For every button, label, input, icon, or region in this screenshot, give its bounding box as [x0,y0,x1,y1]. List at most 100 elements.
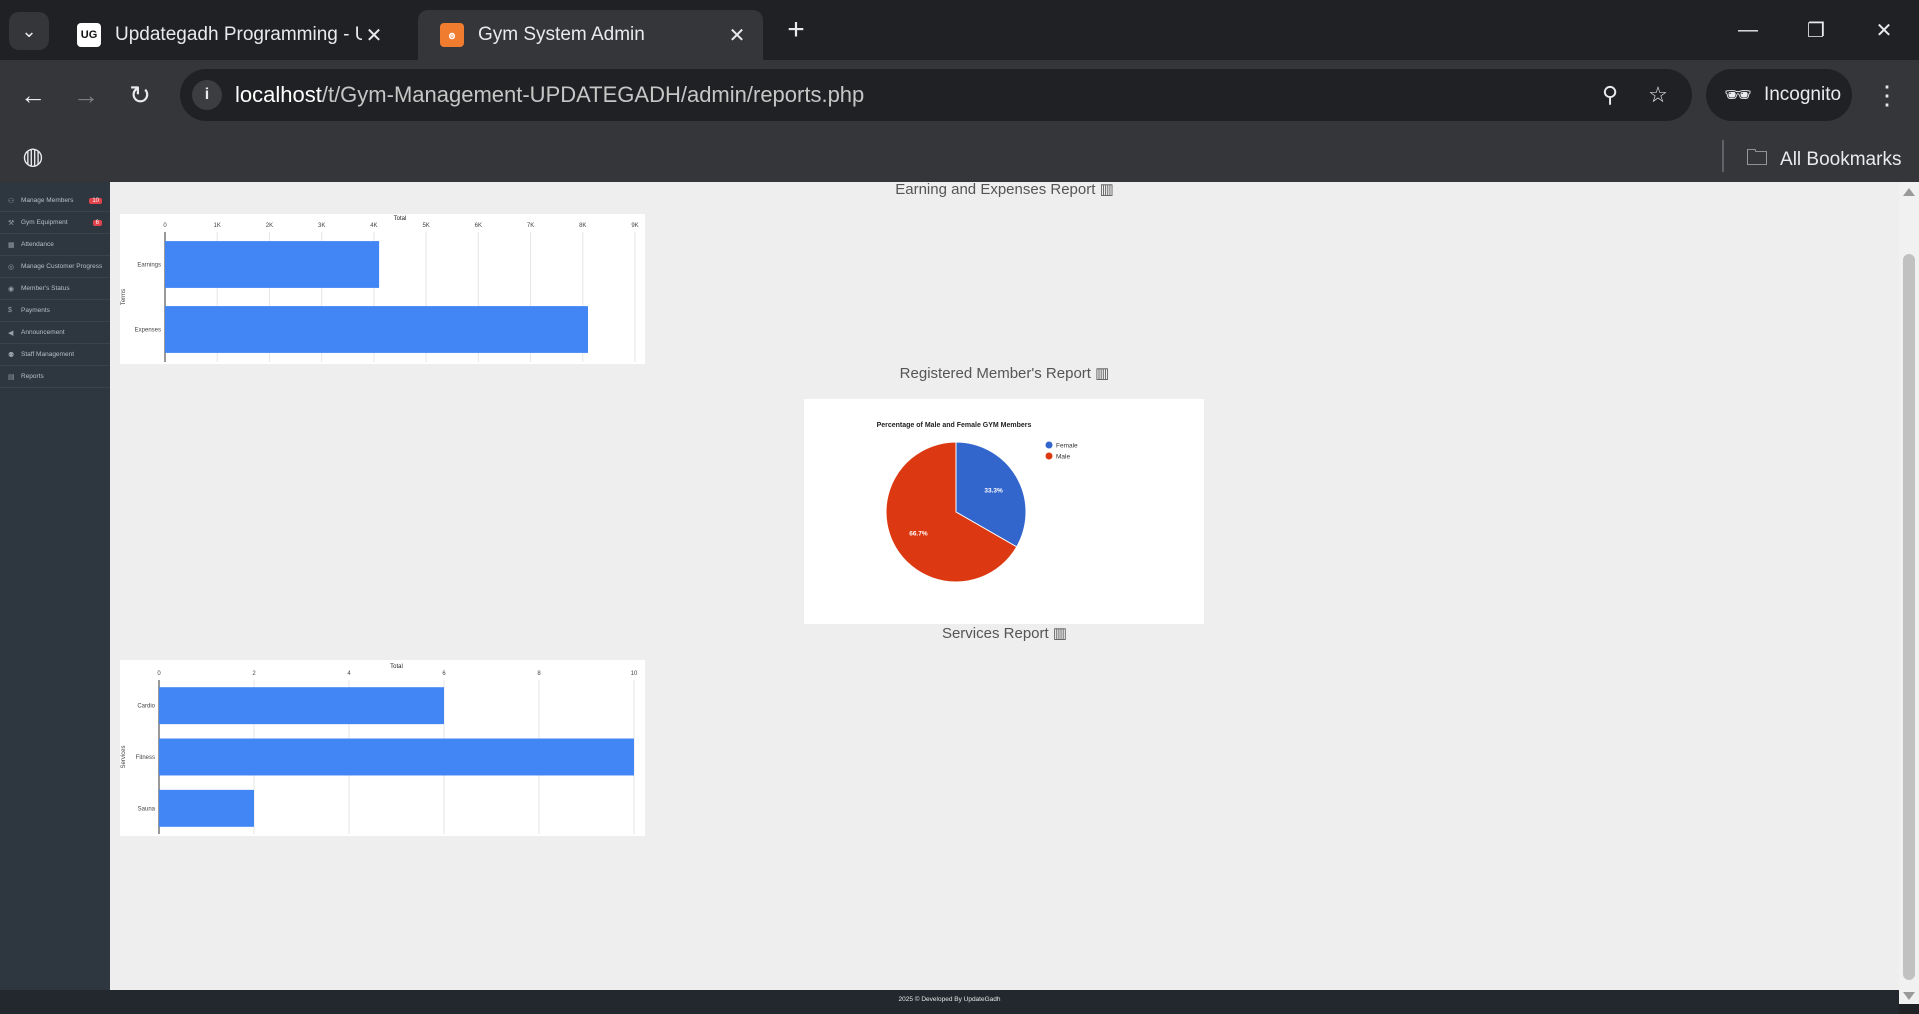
globe-icon[interactable]: ◍ [18,141,48,171]
bookmarks-bar: ◍ 🗀 All Bookmarks [0,130,1919,182]
eye-icon: ◉ [8,285,15,293]
minimize-button[interactable]: — [1718,10,1778,50]
sidebar-item-attendance[interactable]: ▦ Attendance [0,234,110,256]
category-label: Cardio [137,704,155,710]
tick-label: 3K [318,223,325,229]
file-icon: ▤ [8,373,15,381]
services-chart: Total 0 2 4 6 8 10 Cardio Fitness Sauna Services [120,660,645,836]
tab-title: Gym System Admin [478,24,645,45]
megaphone-icon: ◀ [8,329,14,337]
count-badge: 6 [92,219,102,226]
tab-search-button[interactable]: ⌄ [9,12,49,50]
updategadh-favicon-icon: UG [77,23,101,47]
url-text[interactable]: localhost/t/Gym-Management-UPDATEGADH/ad… [235,82,864,108]
tick-label: 2 [252,671,256,677]
restore-button[interactable]: ❐ [1786,10,1846,50]
scrollbar-thumb[interactable] [1903,254,1915,980]
legend-label: Male [1056,454,1070,461]
new-tab-button[interactable]: + [780,14,812,46]
tab-gym-system-admin[interactable]: ꙩ Gym System Admin ✕ [418,10,763,60]
reload-button[interactable]: ↻ [122,77,158,113]
close-window-button[interactable]: ✕ [1854,10,1914,50]
address-bar[interactable]: i localhost/t/Gym-Management-UPDATEGADH/… [180,69,1692,121]
sidebar-item-label: Manage Customer Progress [21,263,103,270]
site-info-icon[interactable]: i [192,80,222,110]
sidebar-item-label: Gym Equipment [21,219,68,226]
bookmark-star-icon[interactable]: ☆ [1642,79,1674,111]
staff-icon: ⚉ [8,351,15,359]
incognito-button[interactable]: 🕶 Incognito [1706,69,1852,121]
back-button[interactable]: ← [15,77,51,113]
earnings-report-heading: Earning and Expenses Report ▥ [895,182,1114,198]
progress-icon: ◎ [8,263,15,271]
equipment-icon: ⚒ [8,219,15,227]
tick-label: 4K [370,223,377,229]
sidebar-item-label: Payments [21,307,50,314]
all-bookmarks-button[interactable]: 🗀 All Bookmarks [1746,141,1901,179]
tick-label: 6 [442,671,446,677]
page-footer: 2025 © Developed By UpdateGadh [0,990,1899,1014]
incognito-icon: 🕶 [1724,82,1752,107]
browser-menu-button[interactable]: ⋮ [1872,77,1902,113]
tick-label: 6K [475,223,482,229]
sidebar-item-staff-management[interactable]: ⚉ Staff Management [0,344,110,366]
pie-percent-label: 66.7% [909,531,928,538]
calendar-icon: ▦ [8,241,15,249]
y-axis-label: Services [121,745,127,768]
category-label: Sauna [138,806,156,812]
bar-fitness [159,738,634,776]
scroll-up-arrow-icon[interactable] [1903,188,1915,196]
tick-label: 5K [422,223,429,229]
earnings-chart: Total 0 1K 2K 3K 4K 5K 6K 7K 8K 9K Earnings Expenses… [120,214,645,364]
category-label: Expenses [135,328,161,334]
close-icon[interactable]: ✕ [725,23,749,48]
page-scrollbar[interactable] [1899,182,1919,1004]
pie-title: Percentage of Male and Female GYM Member… [877,422,1032,429]
sidebar-item-label: Attendance [21,241,54,248]
sidebar-item-label: Staff Management [21,351,74,358]
browser-toolbar: ← → ↻ i localhost/t/Gym-Management-UPDAT… [0,60,1919,130]
sidebar-item-label: Manage Members [21,197,74,204]
tick-label: 1K [214,223,221,229]
forward-button[interactable]: → [68,77,104,113]
bar-chart-icon: ▥ [1052,625,1068,642]
folder-icon: 🗀 [1746,145,1769,170]
xampp-icon: ꙩ [440,23,464,47]
admin-sidebar: ⚇ Manage Members 10 ⚒ Gym Equipment 6 ▦ … [0,182,110,990]
services-report-heading: Services Report ▥ [941,625,1068,642]
bar-cardio [159,687,444,725]
zoom-icon[interactable]: ⚲ [1594,79,1626,111]
tick-label: 7K [527,223,534,229]
tick-label: 0 [163,223,167,229]
bar-chart-icon: ▥ [1099,182,1114,198]
close-icon[interactable]: ✕ [362,23,386,48]
pie-percent-label: 33.3% [984,487,1003,494]
scroll-down-arrow-icon[interactable] [1903,992,1915,1000]
sidebar-item-announcement[interactable]: ◀ Announcement [0,322,110,344]
incognito-label: Incognito [1763,84,1842,105]
tick-label: 8 [537,671,541,677]
dollar-icon: $ [8,307,12,314]
bookmarks-divider [1722,140,1724,172]
bar-expenses [165,306,588,353]
sidebar-item-label: Member's Status [21,285,70,292]
sidebar-item-label: Reports [21,373,44,380]
legend-swatch [1045,441,1053,449]
users-icon: ⚇ [8,197,15,205]
sidebar-item-member-status[interactable]: ◉ Member's Status [0,278,110,300]
sidebar-item-manage-members[interactable]: ⚇ Manage Members 10 [0,190,110,212]
reports-content: Earning and Expenses Report ▥ Total 0 1K 2K… [110,182,1899,990]
chevron-down-icon: ⌄ [21,20,37,41]
members-pie-chart: Percentage of Male and Female GYM Member… [804,399,1204,624]
sidebar-item-payments[interactable]: $ Payments [0,300,110,322]
legend-swatch [1045,452,1053,460]
tab-updategadh[interactable]: UG Updategadh Programming - Up ✕ [55,10,400,60]
footer-text: 2025 © Developed By UpdateGadh [898,996,1001,1003]
legend-label: Female [1056,443,1078,450]
sidebar-item-label: Announcement [21,329,65,336]
count-badge: 10 [89,197,102,204]
sidebar-item-customer-progress[interactable]: ◎ Manage Customer Progress [0,256,110,278]
sidebar-item-reports[interactable]: ▤ Reports [0,366,110,388]
sidebar-item-gym-equipment[interactable]: ⚒ Gym Equipment 6 [0,212,110,234]
bar-chart-icon: ▥ [1095,365,1110,382]
